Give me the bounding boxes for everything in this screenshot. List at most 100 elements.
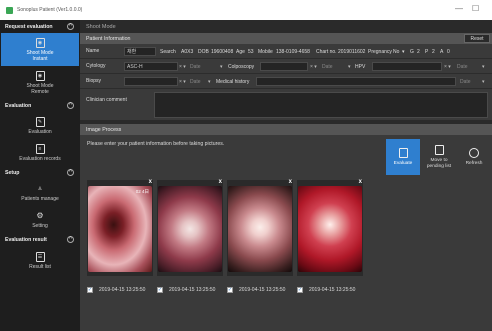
- collapse-icon[interactable]: ^: [67, 23, 74, 30]
- image-checkbox[interactable]: ✓: [157, 286, 163, 293]
- chevron-down-icon[interactable]: ▾: [402, 49, 405, 55]
- image-thumbnail[interactable]: x: [227, 179, 293, 276]
- sidebar-item-evaluation[interactable]: ✎ Evaluation: [0, 112, 80, 139]
- search-button[interactable]: Search: [160, 49, 176, 55]
- evaluate-button[interactable]: Evaluate: [386, 139, 420, 175]
- result-list-icon: ☰: [35, 252, 45, 262]
- chevron-down-icon[interactable]: ▾: [220, 64, 223, 70]
- pregnancy-label: Pregnancy: [368, 49, 392, 55]
- sidebar-item-shoot-remote[interactable]: ◉ Shoot Mode Remote: [0, 66, 80, 99]
- colposcopy-field[interactable]: [260, 62, 308, 71]
- medical-history-date[interactable]: Date: [460, 79, 471, 85]
- camera-icon: ◉: [35, 37, 45, 48]
- patient-id: A0X3: [181, 49, 194, 55]
- name-label: Name: [86, 48, 100, 54]
- close-icon[interactable]: x: [289, 179, 292, 185]
- move-icon: [434, 145, 444, 155]
- gear-icon: ⚙: [36, 210, 44, 220]
- cytology-field[interactable]: ASC-H: [124, 62, 178, 71]
- age-value: 53: [248, 49, 254, 55]
- chevron-down-icon[interactable]: ▾: [482, 79, 485, 85]
- sidebar-item-label: Setting: [32, 222, 48, 229]
- name-field[interactable]: 채환: [124, 47, 156, 56]
- colposcopy-date[interactable]: Date: [322, 64, 333, 70]
- pregnancy-select[interactable]: No: [393, 49, 399, 55]
- patients-icon: ♙: [37, 185, 43, 192]
- image-checkbox[interactable]: ✓: [227, 286, 233, 293]
- close-icon[interactable]: x: [219, 179, 222, 185]
- camera-remote-icon: ◉: [35, 70, 45, 81]
- a-value[interactable]: 0: [447, 49, 450, 55]
- section-setup[interactable]: Setup ^: [0, 166, 80, 179]
- minimize-button[interactable]: —: [455, 5, 463, 13]
- image-caption: ✓ 2019-04-15 13:25:50: [227, 286, 286, 293]
- sidebar-item-label: Evaluation: [28, 128, 52, 135]
- image-caption: ✓ 2019-04-15 13:25:50: [297, 286, 356, 293]
- sidebar-item-patients-manage[interactable]: ♙ Patients manage: [0, 179, 80, 206]
- collapse-icon[interactable]: ^: [67, 102, 74, 109]
- chart-no-value: 2019011602: [338, 49, 366, 55]
- clear-icon[interactable]: × ▾: [179, 64, 186, 70]
- collapse-icon[interactable]: ^: [67, 236, 74, 243]
- clear-icon[interactable]: × ▾: [444, 64, 451, 70]
- chevron-down-icon[interactable]: ▾: [482, 64, 485, 70]
- maximize-button[interactable]: ☐: [472, 5, 479, 13]
- section-evaluation-result[interactable]: Evaluation result ^: [0, 233, 80, 246]
- medical-history-field[interactable]: [256, 77, 456, 86]
- sidebar-item-shoot-instant[interactable]: ◉ Shoot Mode Instant: [1, 33, 79, 66]
- section-evaluation[interactable]: Evaluation ^: [0, 99, 80, 112]
- image-thumbnail[interactable]: x 02 4日: [87, 179, 153, 276]
- patient-row-identity: Name 채환 Search A0X3 DOB 19600408 Age 53 …: [80, 44, 492, 59]
- colposcopy-image: [158, 186, 222, 272]
- cytology-date[interactable]: Date: [190, 64, 201, 70]
- sidebar-item-result-list[interactable]: ☰ Result list: [0, 246, 80, 276]
- image-overlay-text: 02 4日: [135, 189, 149, 194]
- image-process-header: Image Process: [80, 124, 492, 135]
- chart-no-label: Chart no.: [316, 49, 337, 55]
- sidebar-item-label: Patients manage: [21, 195, 59, 202]
- clinician-comment-row: Clinician comment: [80, 89, 492, 120]
- chevron-down-icon[interactable]: ▾: [348, 64, 351, 70]
- image-thumbnail[interactable]: x: [297, 179, 363, 276]
- title-bar: Sonoplus Patient (Ver1.0.0.0) — ☐: [0, 0, 492, 20]
- clear-icon[interactable]: × ▾: [310, 64, 317, 70]
- p-value[interactable]: 2: [432, 49, 435, 55]
- move-to-pending-button[interactable]: Move to pending list: [422, 139, 456, 175]
- sidebar-item-setting[interactable]: ⚙ Setting: [0, 206, 80, 233]
- biopsy-date[interactable]: Date: [190, 79, 201, 85]
- patient-row-history: Biopsy × ▾ Date ▾ Medical history Date ▾: [80, 74, 492, 89]
- dob-value: 19600408: [211, 49, 234, 55]
- colposcopy-image: [298, 186, 362, 272]
- reset-button[interactable]: Reset: [464, 34, 490, 43]
- image-checkbox[interactable]: ✓: [297, 286, 303, 293]
- g-value[interactable]: 2: [417, 49, 420, 55]
- biopsy-field[interactable]: [124, 77, 178, 86]
- close-icon[interactable]: x: [149, 179, 152, 185]
- refresh-button[interactable]: Refresh: [457, 139, 491, 175]
- page-title: Shoot Mode: [80, 20, 492, 33]
- records-icon: ≡: [35, 143, 45, 154]
- mobile-label: Mobile: [258, 49, 273, 55]
- hpv-date[interactable]: Date: [457, 64, 468, 70]
- clinician-comment-input[interactable]: [154, 92, 488, 118]
- clear-icon[interactable]: × ▾: [179, 79, 186, 85]
- colposcopy-image: [228, 186, 292, 272]
- image-caption: ✓ 2019-04-15 13:25:50: [157, 286, 216, 293]
- p-label: P: [425, 49, 429, 55]
- edit-icon: [398, 147, 408, 158]
- image-thumbnail[interactable]: x: [157, 179, 223, 276]
- image-checkbox[interactable]: ✓: [87, 286, 93, 293]
- close-icon[interactable]: x: [359, 179, 362, 185]
- g-label: G: [410, 49, 414, 55]
- hpv-field[interactable]: [372, 62, 442, 71]
- app-icon: [6, 6, 13, 14]
- sidebar-item-sublabel: Instant: [32, 55, 48, 62]
- mobile-value: 138-0109-4658: [276, 49, 310, 55]
- sidebar-item-evaluation-records[interactable]: ≡ Evaluation records: [0, 139, 80, 166]
- collapse-icon[interactable]: ^: [67, 169, 74, 176]
- window-title: Sonoplus Patient (Ver1.0.0.0): [17, 7, 83, 13]
- section-request-evaluation[interactable]: Request evaluation ^: [0, 20, 80, 33]
- chevron-down-icon[interactable]: ▾: [208, 79, 211, 85]
- sidebar-item-label: Evaluation records: [19, 155, 61, 162]
- sidebar: Request evaluation ^ ◉ Shoot Mode Instan…: [0, 20, 80, 331]
